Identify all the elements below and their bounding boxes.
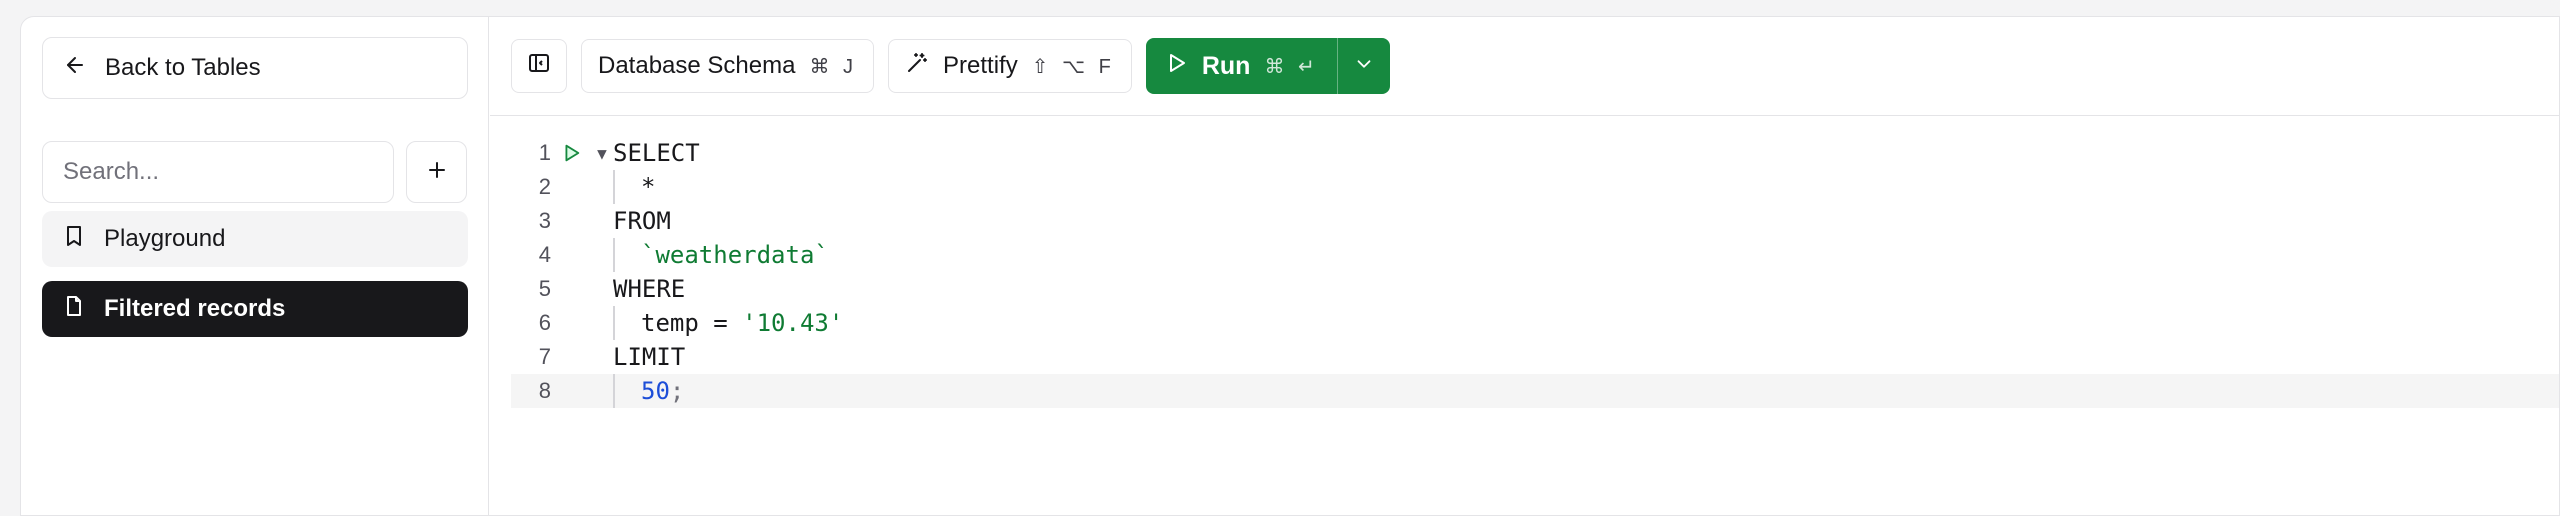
main-panel: Database Schema ⌘ J Prettify ⇧ ⌥ F Run ⌘… (490, 17, 2559, 515)
toggle-sidebar-button[interactable] (511, 39, 567, 93)
sidebar: Back to Tables Playground Filtered recor… (21, 17, 489, 515)
search-input[interactable] (42, 141, 394, 203)
code-line: 7 LIMIT (511, 340, 2559, 374)
arrow-left-icon (63, 53, 87, 84)
toolbar: Database Schema ⌘ J Prettify ⇧ ⌥ F Run ⌘… (490, 17, 2559, 116)
sidebar-item-filtered-records[interactable]: Filtered records (42, 281, 468, 337)
code-line-current: 8 50; (511, 374, 2559, 408)
run-button[interactable]: Run ⌘ ↵ (1146, 38, 1337, 94)
code-line: 6 temp = '10.43' (511, 306, 2559, 340)
indent-guide (613, 306, 641, 340)
chevron-down-icon (1353, 53, 1375, 80)
back-to-tables-label: Back to Tables (105, 54, 261, 81)
run-button-group: Run ⌘ ↵ (1145, 38, 1390, 94)
code-line: 2 * (511, 170, 2559, 204)
plus-icon (425, 158, 449, 187)
sidebar-item-label: Filtered records (104, 295, 286, 322)
code-text: SELECT (613, 139, 700, 167)
indent-guide (613, 238, 641, 272)
code-text: FROM (613, 207, 671, 235)
line-number: 6 (538, 310, 551, 335)
line-number: 8 (538, 378, 551, 403)
add-query-button[interactable] (406, 141, 467, 203)
code-text: * (613, 170, 655, 204)
back-to-tables-button[interactable]: Back to Tables (42, 37, 468, 99)
app-window: Back to Tables Playground Filtered recor… (20, 16, 2560, 516)
sql-editor[interactable]: 1 ▼ SELECT 2 * 3 FROM 4 `weatherdata` 5 … (511, 136, 2559, 408)
code-text: WHERE (613, 275, 686, 303)
prettify-shortcut: ⇧ ⌥ F (1031, 55, 1115, 78)
run-statement-icon[interactable] (551, 142, 591, 164)
line-number: 7 (538, 344, 551, 369)
line-number: 4 (538, 242, 551, 267)
file-icon (62, 294, 86, 325)
search-row (42, 141, 467, 203)
bookmark-icon (62, 224, 86, 255)
magic-wand-icon (905, 51, 929, 82)
sidebar-item-label: Playground (104, 225, 226, 252)
indent-guide (613, 170, 641, 204)
indent-guide (613, 374, 641, 408)
code-text: `weatherdata` (613, 238, 829, 272)
line-number: 2 (538, 174, 551, 199)
sidebar-toggle-icon (527, 51, 551, 82)
database-schema-label: Database Schema (598, 52, 796, 79)
line-number: 5 (538, 276, 551, 301)
code-line: 1 ▼ SELECT (511, 136, 2559, 170)
run-label: Run (1201, 51, 1251, 80)
fold-toggle-icon[interactable]: ▼ (591, 144, 613, 163)
code-text: 50; (613, 374, 684, 408)
code-text: LIMIT (613, 343, 686, 371)
prettify-button[interactable]: Prettify ⇧ ⌥ F (888, 39, 1132, 93)
database-schema-shortcut: ⌘ J (809, 55, 858, 78)
line-number: 1 (538, 140, 551, 165)
prettify-label: Prettify (943, 52, 1018, 79)
run-options-button[interactable] (1338, 38, 1390, 94)
code-line: 3 FROM (511, 204, 2559, 238)
database-schema-button[interactable]: Database Schema ⌘ J (581, 39, 875, 93)
code-line: 5 WHERE (511, 272, 2559, 306)
line-number: 3 (538, 208, 551, 233)
play-icon (1164, 51, 1188, 82)
code-line: 4 `weatherdata` (511, 238, 2559, 272)
sidebar-item-playground[interactable]: Playground (42, 211, 468, 267)
run-shortcut: ⌘ ↵ (1264, 55, 1319, 78)
code-text: temp = '10.43' (613, 306, 843, 340)
